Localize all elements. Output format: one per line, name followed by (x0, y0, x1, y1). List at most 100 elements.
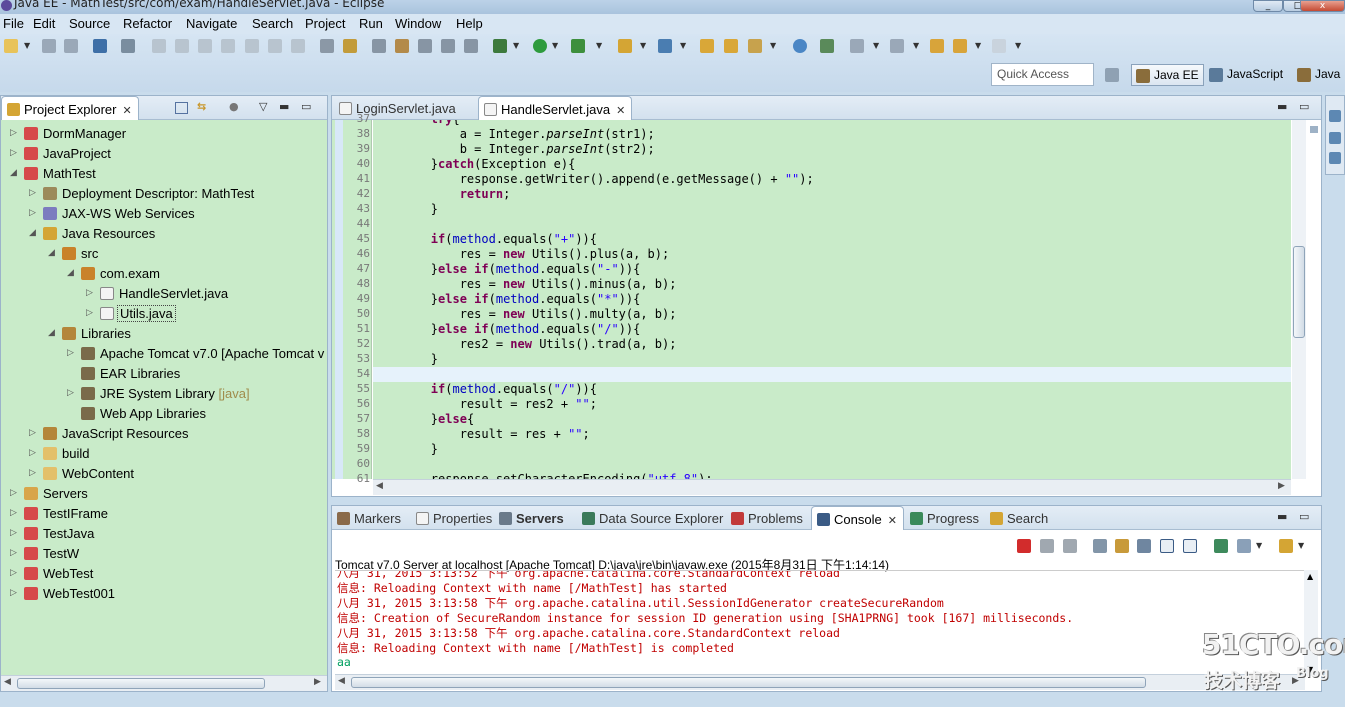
last-edit-icon[interactable] (930, 39, 944, 53)
collapsed-twistie-icon[interactable]: ▷ (10, 587, 17, 598)
close-icon[interactable]: ✕ (888, 515, 897, 527)
code-line[interactable]: } (373, 202, 1291, 217)
menu-project[interactable]: Project (305, 16, 345, 31)
code-line[interactable]: res = new Utils().plus(a, b); (373, 247, 1291, 262)
show-whitespace-icon[interactable] (464, 39, 478, 53)
perspective-javascript[interactable]: JavaScript (1205, 64, 1287, 86)
close-window-button[interactable]: x (1300, 0, 1345, 12)
collapsed-twistie-icon[interactable]: ▷ (29, 207, 36, 218)
show-on-stdout-icon[interactable] (1160, 539, 1174, 553)
console-output[interactable]: 八月 31, 2015 3:13:52 下午 org.apache.catali… (335, 570, 1305, 676)
run-icon[interactable] (533, 39, 547, 53)
open-console-dropdown-icon[interactable]: ▼ (1298, 541, 1304, 550)
menu-navigate[interactable]: Navigate (186, 16, 237, 31)
view-menu-icon[interactable]: ▽ (259, 100, 267, 113)
collapsed-twistie-icon[interactable]: ▷ (29, 447, 36, 458)
minimize-view-icon[interactable]: ▬ (279, 100, 289, 113)
code-line[interactable]: } (373, 352, 1291, 367)
code-line[interactable]: result = res + ""; (373, 427, 1291, 442)
back-icon[interactable] (953, 39, 967, 53)
code-line[interactable]: a = Integer.parseInt(str1); (373, 127, 1291, 142)
debug-dropdown-icon[interactable]: ▼ (513, 41, 519, 50)
minimize-view-icon[interactable]: ▬ (1277, 510, 1287, 523)
minimize-window-button[interactable]: _ (1253, 0, 1283, 12)
tab-project-explorer[interactable]: Project Explorer ✕ (1, 96, 139, 120)
save-icon[interactable] (42, 39, 56, 53)
tab-properties[interactable]: Properties (411, 506, 498, 530)
globe-icon[interactable] (793, 39, 807, 53)
link-with-editor-icon[interactable]: ⇆ (197, 100, 206, 113)
code-line[interactable]: } (373, 442, 1291, 457)
perspective-java[interactable]: Java (1293, 64, 1344, 86)
code-line[interactable] (373, 367, 1291, 382)
close-icon[interactable]: ✕ (616, 105, 625, 117)
collapsed-twistie-icon[interactable]: ▷ (10, 487, 17, 498)
new-icon[interactable] (4, 39, 18, 53)
perspective-java-ee[interactable]: Java EE (1131, 64, 1204, 86)
menu-file[interactable]: File (3, 16, 24, 31)
code-line[interactable]: }else if(method.equals("*")){ (373, 292, 1291, 307)
collapsed-twistie-icon[interactable]: ▷ (10, 567, 17, 578)
resume-icon[interactable] (152, 39, 166, 53)
word-wrap-icon[interactable] (1137, 539, 1151, 553)
show-on-stderr-icon[interactable] (1183, 539, 1197, 553)
forward-icon[interactable] (992, 39, 1006, 53)
overview-marker[interactable] (1310, 126, 1318, 133)
menu-source[interactable]: Source (69, 16, 110, 31)
pin-console-icon[interactable] (1214, 539, 1228, 553)
scrollbar-thumb[interactable] (351, 677, 1146, 688)
edit-icon[interactable] (395, 39, 409, 53)
code-line[interactable]: response.setCharacterEncoding("utf-8"); (373, 472, 1291, 479)
next-annotation-dropdown-icon[interactable]: ▼ (873, 41, 879, 50)
scroll-right-icon[interactable]: ▶ (314, 677, 321, 687)
close-icon[interactable]: ✕ (122, 105, 131, 117)
new-server-dropdown-icon[interactable]: ▼ (640, 41, 646, 50)
menu-refactor[interactable]: Refactor (123, 16, 172, 31)
scroll-right-icon[interactable]: ▶ (1278, 481, 1285, 491)
annotation-icon[interactable] (820, 39, 834, 53)
tab-handle-servlet[interactable]: HandleServlet.java ✕ (478, 96, 633, 120)
expanded-twistie-icon[interactable]: ◢ (48, 247, 55, 258)
code-line[interactable]: res2 = new Utils().trad(a, b); (373, 337, 1291, 352)
expanded-twistie-icon[interactable]: ◢ (48, 327, 55, 338)
menu-search[interactable]: Search (252, 16, 293, 31)
palette-icon[interactable] (1329, 152, 1341, 164)
previous-annotation-dropdown-icon[interactable]: ▼ (913, 41, 919, 50)
disconnect-icon[interactable] (221, 39, 235, 53)
menu-help[interactable]: Help (456, 16, 483, 31)
collapsed-twistie-icon[interactable]: ▷ (67, 387, 74, 398)
collapsed-twistie-icon[interactable]: ▷ (10, 127, 17, 138)
code-line[interactable]: if(method.equals("+")){ (373, 232, 1291, 247)
menu-edit[interactable]: Edit (33, 16, 55, 31)
scrollbar-thumb[interactable] (17, 678, 265, 689)
toggle-breakpoint-icon[interactable] (372, 39, 386, 53)
code-line[interactable]: return; (373, 187, 1291, 202)
editor-vertical-scrollbar[interactable] (1292, 120, 1306, 479)
step-over-icon[interactable] (268, 39, 282, 53)
tab-data-source-explorer[interactable]: Data Source Explorer (577, 506, 729, 530)
use-step-filters-icon[interactable] (343, 39, 357, 53)
new-dropdown-icon[interactable]: ▼ (24, 41, 30, 50)
external-tools-dropdown-icon[interactable]: ▼ (596, 41, 602, 50)
menu-window[interactable]: Window (395, 16, 441, 31)
minimize-view-icon[interactable]: ▬ (1277, 100, 1287, 113)
expanded-twistie-icon[interactable]: ◢ (29, 227, 36, 238)
code-line[interactable]: try{ (373, 120, 1291, 127)
collapsed-twistie-icon[interactable]: ▷ (10, 507, 17, 518)
scroll-up-icon[interactable]: ▲ (1307, 572, 1313, 581)
collapsed-twistie-icon[interactable]: ▷ (29, 467, 36, 478)
filter-icon[interactable]: ● (229, 100, 239, 113)
code-line[interactable]: b = Integer.parseInt(str2); (373, 142, 1291, 157)
collapsed-twistie-icon[interactable]: ▷ (86, 287, 93, 298)
code-line[interactable]: res = new Utils().minus(a, b); (373, 277, 1291, 292)
tab-problems[interactable]: Problems (726, 506, 809, 530)
collapsed-twistie-icon[interactable]: ▷ (29, 187, 36, 198)
tab-console[interactable]: Console ✕ (811, 506, 904, 530)
external-tools-icon[interactable] (571, 39, 585, 53)
code-line[interactable]: }catch(Exception e){ (373, 157, 1291, 172)
code-line[interactable] (373, 457, 1291, 472)
code-line[interactable] (373, 217, 1291, 232)
code-line[interactable]: result = res2 + ""; (373, 397, 1291, 412)
step-return-icon[interactable] (291, 39, 305, 53)
quick-access-input[interactable]: Quick Access (991, 63, 1094, 86)
